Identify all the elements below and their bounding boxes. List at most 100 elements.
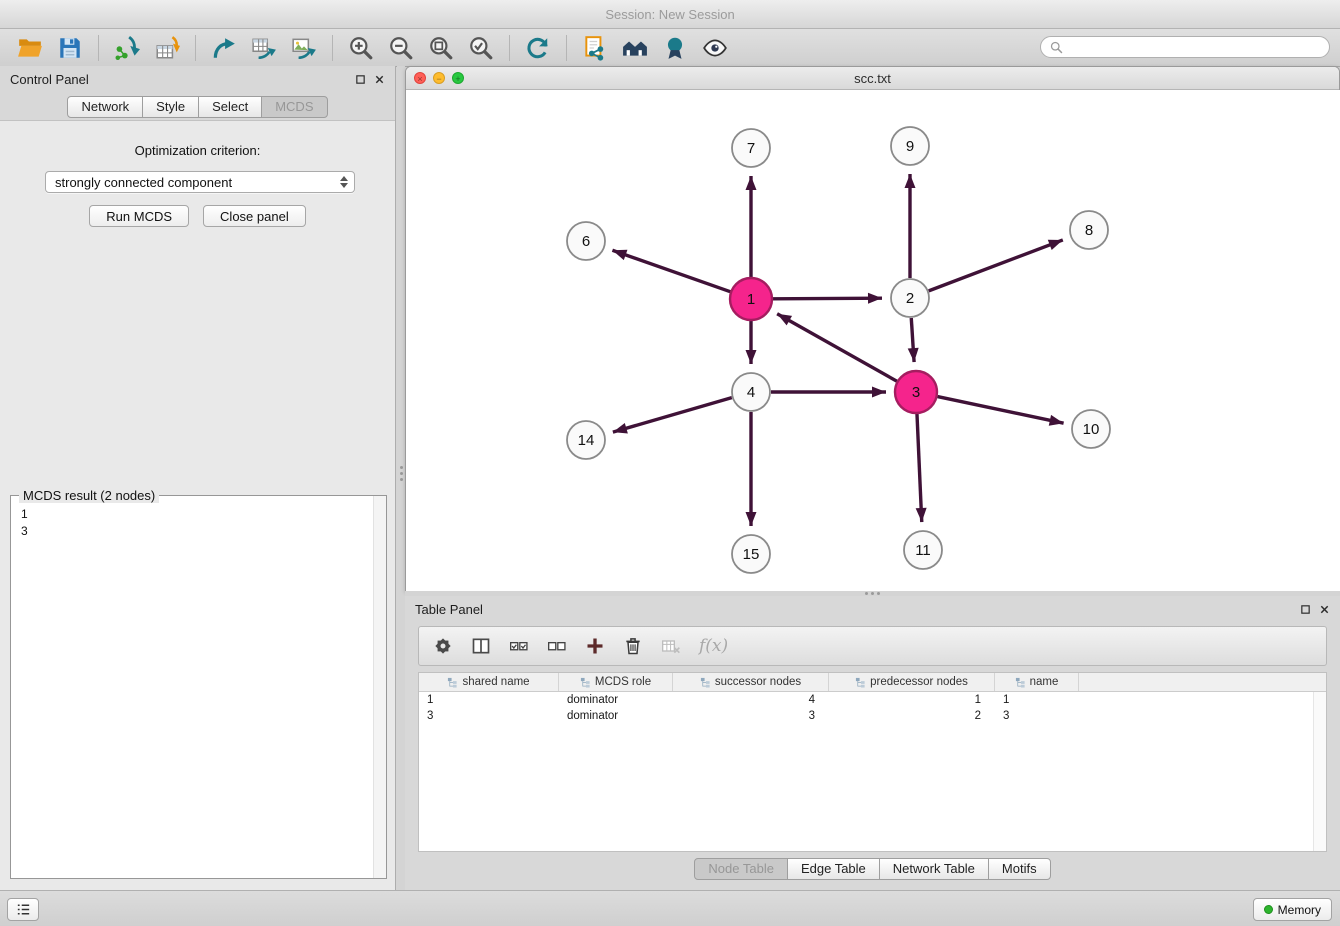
column-header-mcds-role[interactable]: MCDS role: [559, 673, 673, 691]
search-box[interactable]: [1040, 36, 1330, 58]
save-session-button[interactable]: [50, 33, 90, 63]
export-network-icon: [211, 35, 237, 61]
table-cell: 3: [673, 710, 829, 722]
close-panel-icon[interactable]: [1319, 604, 1330, 615]
graph-edge-1-6[interactable]: [612, 250, 730, 291]
apply-style-button[interactable]: [655, 33, 695, 63]
save-session-icon: [57, 35, 83, 61]
import-table-button[interactable]: [147, 33, 187, 63]
network-window-titlebar[interactable]: × − + scc.txt: [406, 67, 1339, 90]
float-panel-icon[interactable]: [355, 74, 366, 85]
table-row[interactable]: 3dominator323: [419, 708, 1326, 724]
run-mcds-button[interactable]: Run MCDS: [89, 205, 189, 227]
optimization-criterion-label: Optimization criterion:: [0, 143, 395, 158]
tab-node-table[interactable]: Node Table: [694, 858, 788, 880]
columns-button[interactable]: [471, 636, 491, 656]
criterion-select[interactable]: strongly connected component: [45, 171, 355, 193]
table-toolbar: f(x): [418, 626, 1327, 666]
result-line: 3: [21, 523, 386, 540]
table-tabs: Node TableEdge TableNetwork TableMotifs: [405, 858, 1340, 880]
table-cell: dominator: [559, 710, 673, 722]
divider-grip-icon: [865, 592, 868, 595]
network-copy-button[interactable]: [575, 33, 615, 63]
graph-node-label: 11: [915, 542, 931, 559]
table-scrollbar[interactable]: [1313, 692, 1326, 851]
control-panel-tabs: NetworkStyleSelectMCDS: [0, 96, 395, 118]
graph-edge-4-14[interactable]: [613, 398, 732, 433]
export-table-button[interactable]: [244, 33, 284, 63]
window-titlebar[interactable]: Session: New Session: [0, 0, 1340, 29]
zoom-in-icon: [348, 35, 374, 61]
window-zoom-button[interactable]: +: [452, 72, 464, 84]
refresh-button[interactable]: [518, 33, 558, 63]
first-neighbors-button[interactable]: [615, 33, 655, 63]
tab-edge-table[interactable]: Edge Table: [787, 858, 880, 880]
window-minimize-button[interactable]: −: [433, 72, 445, 84]
float-panel-icon[interactable]: [1300, 604, 1311, 615]
tab-network-table[interactable]: Network Table: [879, 858, 989, 880]
export-network-button[interactable]: [204, 33, 244, 63]
column-header-successor-nodes[interactable]: successor nodes: [673, 673, 829, 691]
tab-mcds[interactable]: MCDS: [261, 96, 327, 118]
import-network-button[interactable]: [107, 33, 147, 63]
main-toolbar: [0, 29, 1340, 67]
mcds-result-title: MCDS result (2 nodes): [19, 488, 159, 503]
zoom-selected-button[interactable]: [461, 33, 501, 63]
import-network-icon: [114, 35, 140, 61]
column-header-label: name: [1030, 676, 1059, 688]
table-cell: dominator: [559, 694, 673, 706]
memory-button[interactable]: Memory: [1253, 898, 1332, 921]
show-details-eye-button[interactable]: [695, 33, 735, 63]
network-graph[interactable]: 7968124314101511: [406, 90, 1340, 594]
delete-column-button[interactable]: [661, 636, 681, 656]
function-builder-button[interactable]: f(x): [699, 636, 728, 656]
graph-edge-1-2[interactable]: [773, 298, 882, 299]
close-panel-icon[interactable]: [374, 74, 385, 85]
graph-edge-2-8[interactable]: [929, 240, 1063, 291]
column-header-name[interactable]: name: [995, 673, 1079, 691]
window-title: Session: New Session: [605, 7, 734, 22]
table-row[interactable]: 1dominator411: [419, 692, 1326, 708]
result-line: 1: [21, 506, 386, 523]
panel-resize-divider[interactable]: [397, 66, 405, 590]
result-scrollbar[interactable]: [373, 496, 386, 878]
tab-network[interactable]: Network: [67, 96, 143, 118]
open-file-button[interactable]: [10, 33, 50, 63]
criterion-value: strongly connected component: [55, 175, 232, 190]
show-panels-button[interactable]: [7, 898, 39, 921]
tab-motifs[interactable]: Motifs: [988, 858, 1051, 880]
zoom-out-button[interactable]: [381, 33, 421, 63]
zoom-in-button[interactable]: [341, 33, 381, 63]
control-panel-title: Control Panel: [10, 72, 89, 87]
add-row-button[interactable]: [585, 636, 605, 656]
graph-node-label: 15: [743, 546, 760, 563]
column-header-predecessor-nodes[interactable]: predecessor nodes: [829, 673, 995, 691]
tab-select[interactable]: Select: [198, 96, 262, 118]
table-cell: 4: [673, 694, 829, 706]
zoom-fit-button[interactable]: [421, 33, 461, 63]
memory-label: Memory: [1278, 903, 1321, 917]
window-close-button[interactable]: ×: [414, 72, 426, 84]
deselect-all-button[interactable]: [547, 636, 567, 656]
delete-row-button[interactable]: [623, 636, 643, 656]
graph-edge-3-10[interactable]: [938, 397, 1064, 424]
graph-edge-3-1[interactable]: [777, 314, 897, 381]
graph-node-label: 14: [578, 432, 595, 449]
graph-edge-3-11[interactable]: [917, 414, 922, 522]
list-icon: [15, 901, 32, 918]
toolbar-separator: [98, 35, 99, 61]
close-panel-button[interactable]: Close panel: [203, 205, 306, 227]
gear-button[interactable]: [433, 636, 453, 656]
table-cell: 1: [419, 694, 559, 706]
tab-style[interactable]: Style: [142, 96, 199, 118]
graph-edge-2-3[interactable]: [911, 318, 914, 362]
select-all-button[interactable]: [509, 636, 529, 656]
graph-node-label: 6: [582, 233, 590, 250]
table-cell: 2: [829, 710, 995, 722]
column-header-shared-name[interactable]: shared name: [419, 673, 559, 691]
first-neighbors-icon: [622, 35, 648, 61]
graph-node-label: 1: [747, 291, 755, 308]
toolbar-separator: [566, 35, 567, 61]
search-input[interactable]: [1069, 39, 1321, 55]
export-image-button[interactable]: [284, 33, 324, 63]
